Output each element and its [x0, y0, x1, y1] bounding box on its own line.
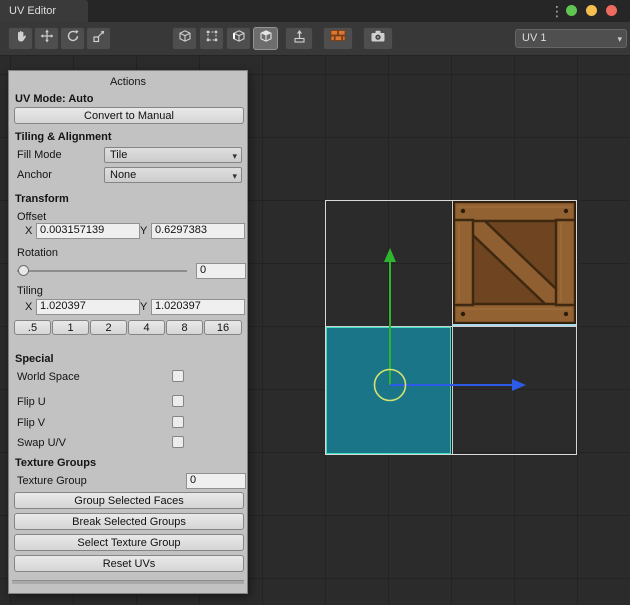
uv-seam-highlight [452, 324, 576, 326]
tiling-x-field[interactable]: 1.020397 [36, 299, 140, 315]
toolbar: UV 1 ▾ [0, 22, 630, 56]
group-selected-faces-button[interactable]: Group Selected Faces [14, 492, 244, 509]
swap-uv-label: Swap U/V [17, 437, 66, 450]
fill-mode-dropdown[interactable]: Tile ▾ [104, 147, 242, 163]
offset-x-field[interactable]: 0.003157139 [36, 223, 140, 239]
uv-channel-value: UV 1 [522, 32, 546, 44]
tiling-preset-8-button[interactable]: 8 [166, 320, 203, 335]
window-title: UV Editor [9, 5, 56, 17]
vertex-selection-icon [205, 29, 219, 48]
flip-u-label: Flip U [17, 396, 46, 409]
tiling-y-field[interactable]: 1.020397 [151, 299, 245, 315]
anchor-label: Anchor [17, 169, 52, 182]
status-dot-green-icon[interactable] [566, 5, 577, 16]
texture-groups-header: Texture Groups [15, 457, 96, 470]
fill-mode-value: Tile [110, 149, 127, 161]
uv-mode-label: UV Mode: Auto [15, 93, 93, 106]
reset-uvs-button[interactable]: Reset UVs [14, 555, 244, 572]
scale-tool-button[interactable] [86, 27, 111, 50]
break-selected-groups-button[interactable]: Break Selected Groups [14, 513, 244, 530]
rotate-icon [66, 29, 80, 48]
anchor-dropdown[interactable]: None ▾ [104, 167, 242, 183]
chevron-down-icon: ▾ [232, 149, 237, 163]
offset-y-axis-label: Y [140, 225, 147, 238]
actions-panel: Actions UV Mode: Auto Convert to Manual … [8, 70, 248, 594]
select-face-mode-button[interactable] [253, 27, 278, 50]
rotation-label: Rotation [17, 247, 58, 260]
uv-channel-dropdown[interactable]: UV 1 ▾ [515, 29, 627, 48]
rotate-tool-button[interactable] [60, 27, 85, 50]
edge-selection-icon [232, 29, 246, 48]
tiling-y-axis-label: Y [140, 301, 147, 314]
titlebar: UV Editor ⋮ [0, 0, 630, 22]
status-dot-red-icon[interactable] [606, 5, 617, 16]
texture-group-label: Texture Group [17, 475, 87, 488]
status-dot-yellow-icon[interactable] [586, 5, 597, 16]
uv-shell[interactable] [325, 200, 577, 455]
tiling-alignment-header: Tiling & Alignment [15, 131, 112, 144]
crate-texture-face[interactable] [453, 201, 576, 324]
select-vertex-mode-button[interactable] [199, 27, 224, 50]
cube-object-icon [178, 29, 192, 48]
flip-u-checkbox[interactable] [172, 395, 184, 407]
kebab-menu-icon[interactable]: ⋮ [550, 2, 562, 20]
swap-uv-checkbox[interactable] [172, 436, 184, 448]
selected-uv-face[interactable] [326, 327, 451, 454]
fill-mode-label: Fill Mode [17, 149, 62, 162]
rotation-value-field[interactable]: 0 [196, 263, 246, 279]
bricks-icon [330, 29, 346, 48]
rotation-slider-track[interactable] [17, 270, 187, 272]
anchor-value: None [110, 169, 136, 181]
face-selection-icon [259, 29, 273, 48]
rotation-slider-knob[interactable] [18, 265, 29, 276]
world-space-checkbox[interactable] [172, 370, 184, 382]
camera-icon [370, 29, 386, 48]
convert-to-manual-button[interactable]: Convert to Manual [14, 107, 244, 124]
flip-v-checkbox[interactable] [172, 416, 184, 428]
flip-v-label: Flip V [17, 417, 45, 430]
uv-editor-window: UV Editor ⋮ [0, 0, 630, 605]
tiling-x-axis-label: X [25, 301, 32, 314]
move-icon [40, 29, 54, 48]
screenshot-button[interactable] [363, 27, 393, 50]
tiling-preset-2-button[interactable]: 2 [90, 320, 127, 335]
texture-group-field[interactable]: 0 [186, 473, 246, 489]
project-arrow-icon [292, 29, 307, 49]
tiling-preset-half-button[interactable]: .5 [14, 320, 51, 335]
offset-y-field[interactable]: 0.6297383 [151, 223, 245, 239]
transform-header: Transform [15, 193, 69, 206]
world-space-label: World Space [17, 371, 80, 384]
tiling-preset-16-button[interactable]: 16 [204, 320, 242, 335]
project-uvs-button[interactable] [285, 27, 313, 50]
special-header: Special [15, 353, 54, 366]
move-tool-button[interactable] [34, 27, 59, 50]
scale-icon [92, 29, 106, 48]
tiling-preset-4-button[interactable]: 4 [128, 320, 165, 335]
select-edge-mode-button[interactable] [226, 27, 251, 50]
window-tab-uv-editor[interactable]: UV Editor [0, 0, 88, 22]
offset-x-axis-label: X [25, 225, 32, 238]
texture-preview-button[interactable] [323, 27, 353, 50]
chevron-down-icon: ▾ [617, 31, 622, 48]
pan-tool-button[interactable] [8, 27, 33, 50]
panel-scrollbar-groove[interactable] [12, 580, 244, 584]
select-texture-group-button[interactable]: Select Texture Group [14, 534, 244, 551]
hand-icon [14, 29, 28, 48]
select-object-mode-button[interactable] [172, 27, 197, 50]
panel-title: Actions [9, 76, 247, 89]
tiling-preset-1-button[interactable]: 1 [52, 320, 89, 335]
chevron-down-icon: ▾ [232, 169, 237, 183]
tiling-label: Tiling [17, 285, 43, 298]
